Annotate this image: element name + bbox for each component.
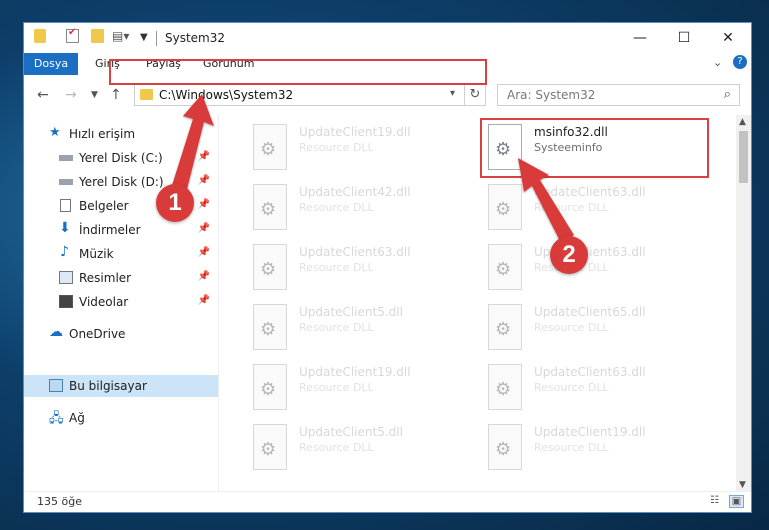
step-1-badge: 1 <box>156 184 194 222</box>
callout-arrows <box>168 94 574 243</box>
step-2-badge: 2 <box>550 236 588 274</box>
arrow-2 <box>518 158 574 243</box>
